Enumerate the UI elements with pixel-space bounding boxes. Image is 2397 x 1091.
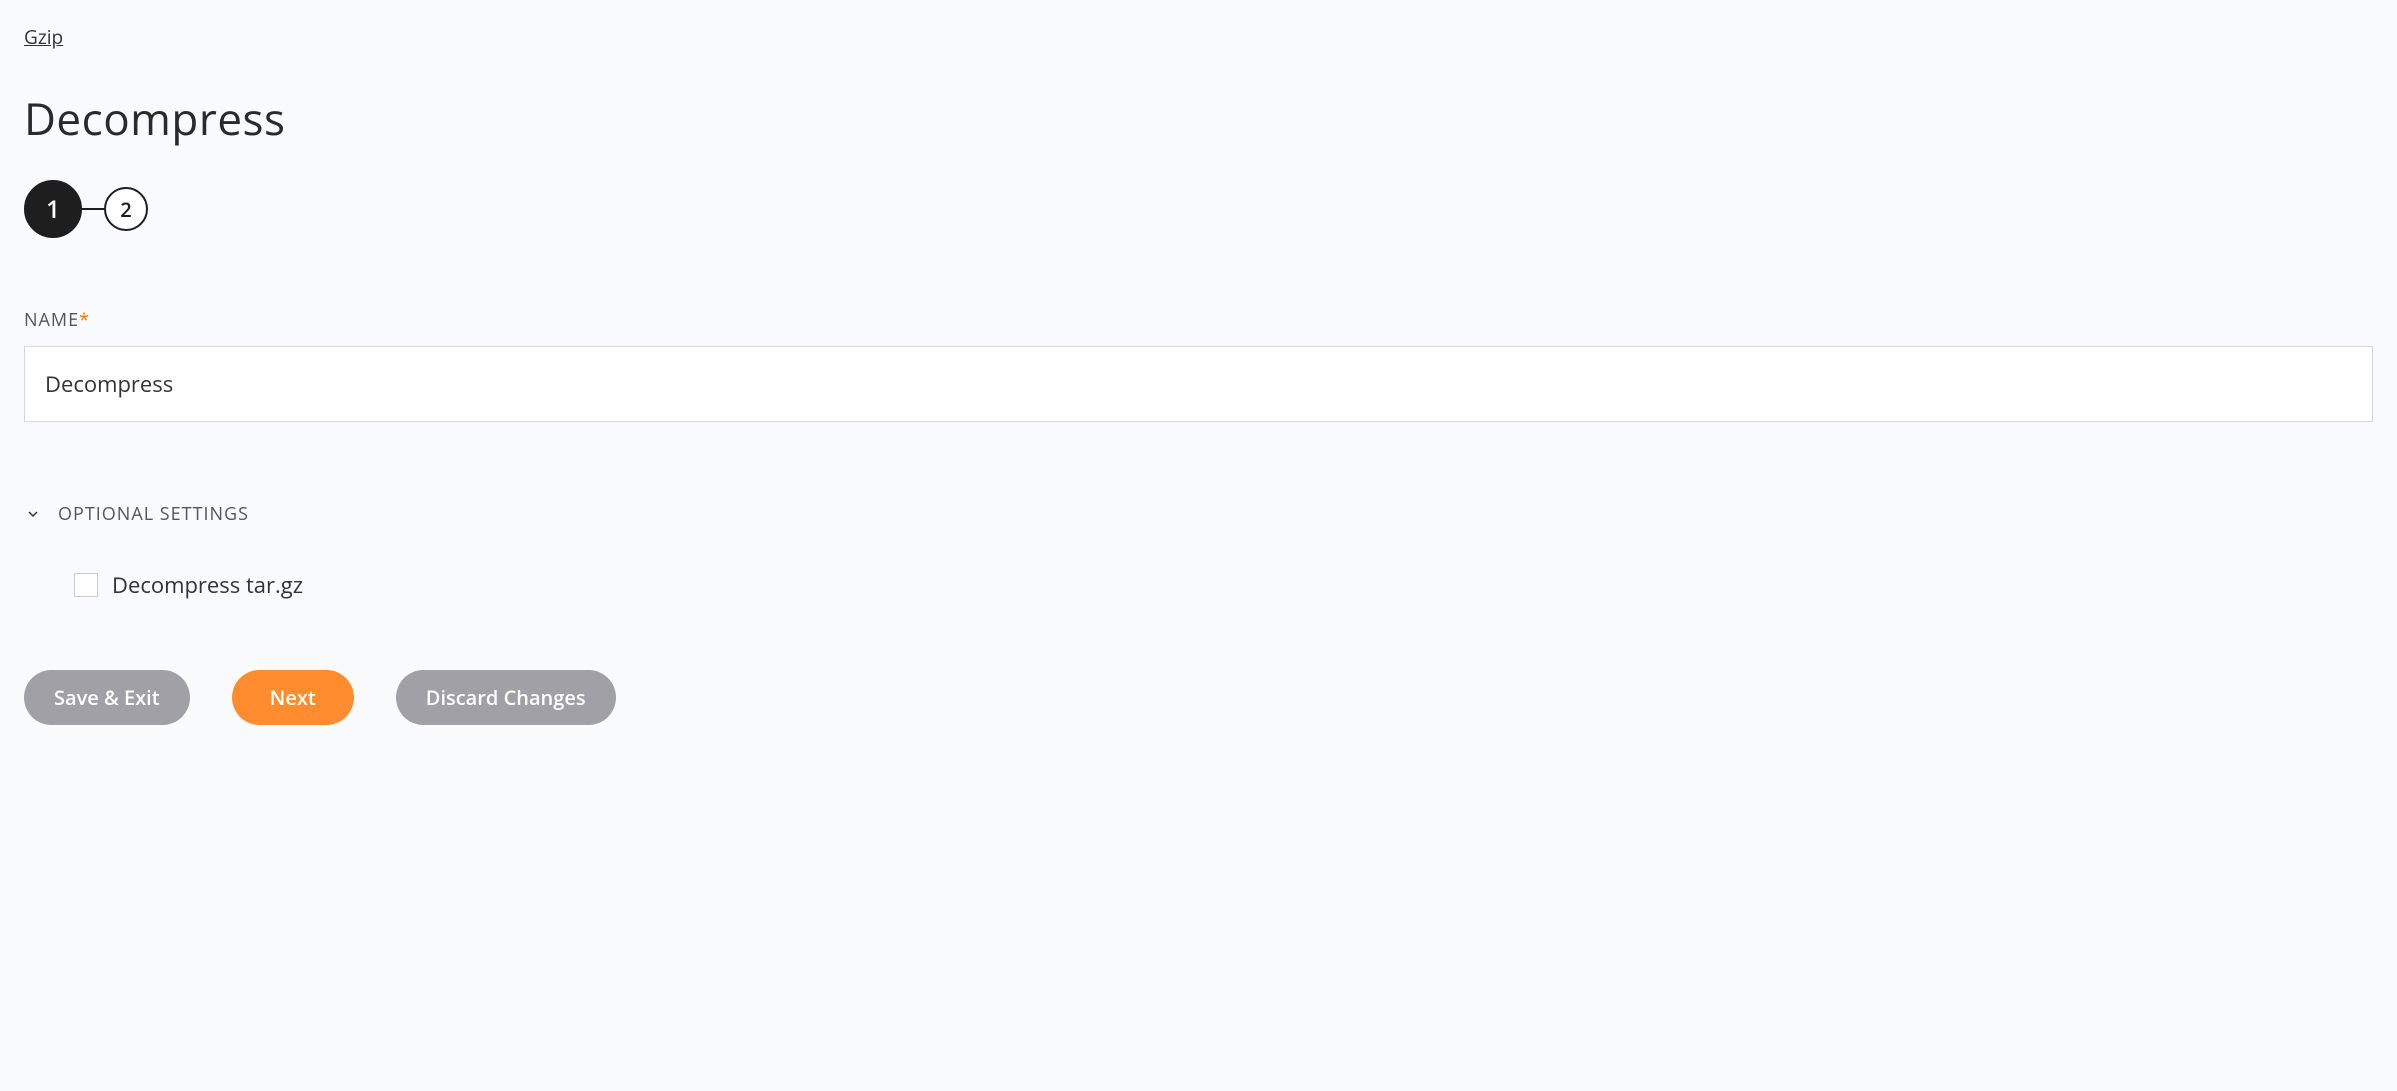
step-2[interactable]: 2 bbox=[104, 187, 148, 231]
discard-changes-button[interactable]: Discard Changes bbox=[396, 670, 616, 725]
save-exit-button[interactable]: Save & Exit bbox=[24, 670, 190, 725]
decompress-targz-label: Decompress tar.gz bbox=[112, 570, 303, 600]
decompress-targz-row: Decompress tar.gz bbox=[74, 570, 2373, 600]
page-title: Decompress bbox=[24, 88, 2373, 148]
decompress-targz-checkbox[interactable] bbox=[74, 573, 98, 597]
optional-settings-label: OPTIONAL SETTINGS bbox=[58, 502, 249, 526]
name-input[interactable] bbox=[24, 346, 2373, 422]
chevron-down-icon bbox=[24, 505, 42, 523]
stepper: 1 2 bbox=[24, 180, 2373, 238]
breadcrumb-link[interactable]: Gzip bbox=[24, 24, 63, 50]
button-row: Save & Exit Next Discard Changes bbox=[24, 670, 2373, 725]
step-1[interactable]: 1 bbox=[24, 180, 82, 238]
optional-settings-toggle[interactable]: OPTIONAL SETTINGS bbox=[24, 502, 2373, 526]
required-asterisk: * bbox=[79, 308, 90, 332]
step-connector bbox=[82, 208, 104, 210]
name-field-label: NAME* bbox=[24, 308, 2373, 332]
next-button[interactable]: Next bbox=[232, 670, 354, 725]
